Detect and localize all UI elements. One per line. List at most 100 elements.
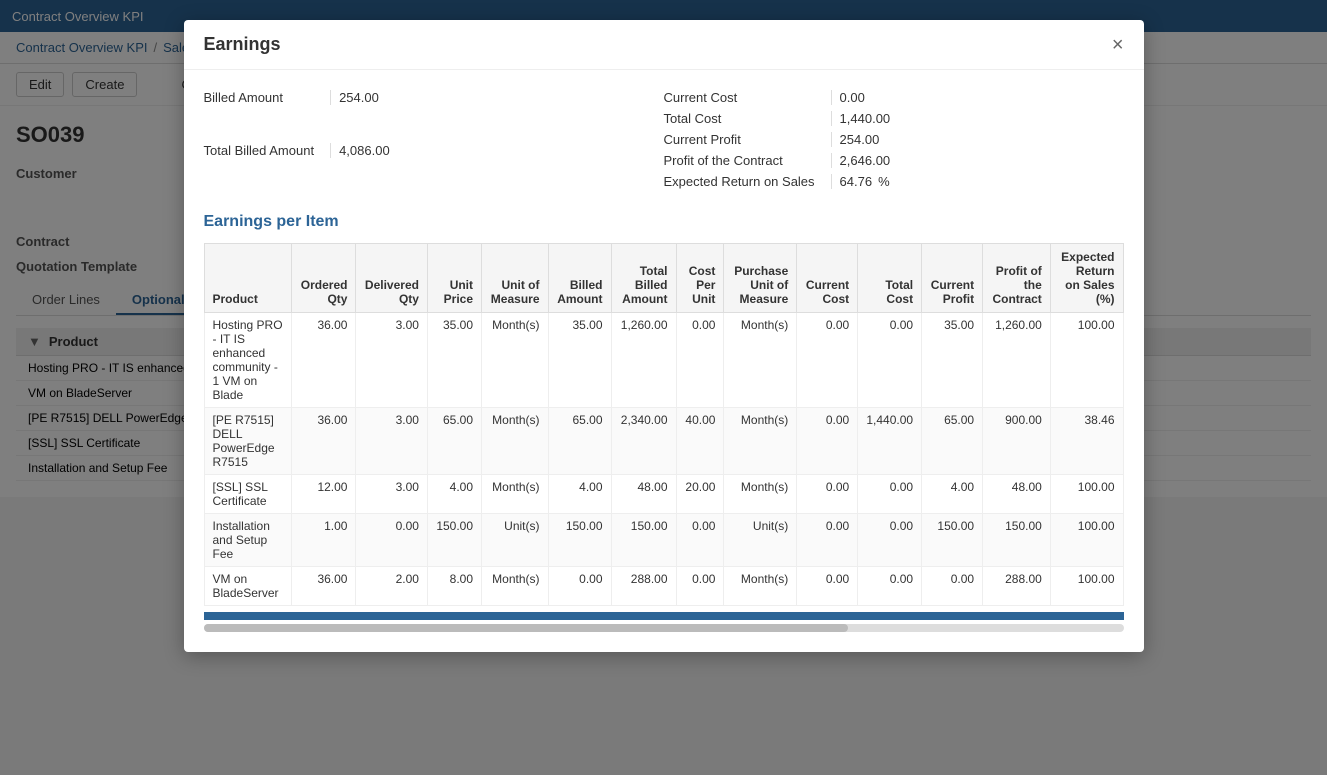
cell-cost_per_unit: 40.00 [676,408,724,475]
table-header-purchase_unit_of_measure: Purchase Unit of Measure [724,244,797,313]
cell-profit_contract: 288.00 [983,567,1051,606]
cell-unit_price: 150.00 [427,514,481,567]
cell-expected_return: 100.00 [1050,313,1123,408]
cell-cost_per_unit: 0.00 [676,514,724,567]
cell-current_cost: 0.00 [797,475,858,514]
cell-total_billed_amount: 150.00 [611,514,676,567]
earnings-modal: Earnings × Billed Amount 254.00 Total Bi… [184,20,1144,652]
cell-delivered_qty: 3.00 [356,408,427,475]
cell-expected_return: 100.00 [1050,567,1123,606]
cell-billed_amount: 0.00 [548,567,611,606]
cell-billed_amount: 150.00 [548,514,611,567]
current-profit-value: 254.00 [831,132,1124,147]
cell-current_profit: 65.00 [922,408,983,475]
profit-contract-label: Profit of the Contract [664,153,815,168]
billed-amount-label: Billed Amount [204,90,315,105]
cell-delivered_qty: 3.00 [356,313,427,408]
earnings-table-wrapper[interactable]: ProductOrdered QtyDelivered QtyUnit Pric… [204,243,1124,606]
cell-unit_of_measure: Month(s) [482,567,548,606]
table-header-cost_per_unit: Cost Per Unit [676,244,724,313]
table-header-profit_contract: Profit of the Contract [983,244,1051,313]
earnings-summary: Billed Amount 254.00 Total Billed Amount… [204,90,1124,189]
current-cost-label: Current Cost [664,90,815,105]
table-header-unit_of_measure: Unit of Measure [482,244,548,313]
cell-unit_price: 65.00 [427,408,481,475]
cell-current_profit: 4.00 [922,475,983,514]
cell-current_cost: 0.00 [797,313,858,408]
modal-body: Billed Amount 254.00 Total Billed Amount… [184,70,1144,652]
cell-unit_of_measure: Month(s) [482,475,548,514]
scrollbar-thumb[interactable] [204,624,848,632]
cell-expected_return: 38.46 [1050,408,1123,475]
cell-delivered_qty: 3.00 [356,475,427,514]
expected-return-label: Expected Return on Sales [664,174,815,189]
table-header-total_billed_amount: Total Billed Amount [611,244,676,313]
cell-current_cost: 0.00 [797,514,858,567]
cell-current_profit: 35.00 [922,313,983,408]
cell-unit_of_measure: Month(s) [482,313,548,408]
cell-product: [SSL] SSL Certificate [204,475,292,514]
modal-title: Earnings [204,34,281,55]
cell-purchase_unit_of_measure: Unit(s) [724,514,797,567]
summary-left: Billed Amount 254.00 Total Billed Amount… [204,90,664,189]
table-row: [PE R7515] DELL PowerEdge R751536.003.00… [204,408,1123,475]
total-cost-value: 1,440.00 [831,111,1124,126]
cell-unit_of_measure: Month(s) [482,408,548,475]
modal-overlay[interactable]: Earnings × Billed Amount 254.00 Total Bi… [0,0,1327,775]
cell-total_billed_amount: 1,260.00 [611,313,676,408]
cell-cost_per_unit: 0.00 [676,567,724,606]
cell-expected_return: 100.00 [1050,475,1123,514]
earnings-table-body: Hosting PRO - IT IS enhanced community -… [204,313,1123,606]
table-header-product: Product [204,244,292,313]
total-billed-amount-value: 4,086.00 [330,143,663,158]
cell-billed_amount: 35.00 [548,313,611,408]
cell-unit_price: 4.00 [427,475,481,514]
cell-delivered_qty: 0.00 [356,514,427,567]
table-header-unit_price: Unit Price [427,244,481,313]
expected-return-unit: % [878,174,890,189]
table-header-current_cost: Current Cost [797,244,858,313]
cell-product: Installation and Setup Fee [204,514,292,567]
total-billed-amount-label: Total Billed Amount [204,143,315,158]
table-row: Hosting PRO - IT IS enhanced community -… [204,313,1123,408]
table-header-billed_amount: Billed Amount [548,244,611,313]
cell-ordered_qty: 36.00 [292,313,356,408]
table-row: Installation and Setup Fee1.000.00150.00… [204,514,1123,567]
cell-delivered_qty: 2.00 [356,567,427,606]
cell-unit_price: 35.00 [427,313,481,408]
table-row: [SSL] SSL Certificate12.003.004.00Month(… [204,475,1123,514]
cell-purchase_unit_of_measure: Month(s) [724,567,797,606]
cell-total_billed_amount: 2,340.00 [611,408,676,475]
cell-profit_contract: 48.00 [983,475,1051,514]
cell-current_cost: 0.00 [797,408,858,475]
earnings-section-title: Earnings per Item [204,213,1124,231]
expected-return-value: 64.76 % [831,174,1124,189]
cell-ordered_qty: 1.00 [292,514,356,567]
cell-total_billed_amount: 288.00 [611,567,676,606]
billed-amount-value: 254.00 [330,90,663,105]
profit-contract-value: 2,646.00 [831,153,1124,168]
cell-billed_amount: 65.00 [548,408,611,475]
close-button[interactable]: × [1112,35,1124,55]
table-header-expected_return: Expected Return on Sales (%) [1050,244,1123,313]
table-row: VM on BladeServer36.002.008.00Month(s)0.… [204,567,1123,606]
cell-expected_return: 100.00 [1050,514,1123,567]
table-header-total_cost: Total Cost [858,244,922,313]
current-cost-value: 0.00 [831,90,1124,105]
current-profit-label: Current Profit [664,132,815,147]
cell-unit_price: 8.00 [427,567,481,606]
scrollbar-container [204,612,1124,632]
cell-total_billed_amount: 48.00 [611,475,676,514]
scrollbar-track[interactable] [204,624,1124,632]
summary-right: Current Cost 0.00 Total Cost 1,440.00 Cu… [664,90,1124,189]
earnings-table-header-row: ProductOrdered QtyDelivered QtyUnit Pric… [204,244,1123,313]
cell-total_cost: 1,440.00 [858,408,922,475]
cell-product: VM on BladeServer [204,567,292,606]
cell-total_cost: 0.00 [858,567,922,606]
cell-ordered_qty: 36.00 [292,408,356,475]
cell-total_cost: 0.00 [858,475,922,514]
expected-return-number: 64.76 [840,174,873,189]
cell-ordered_qty: 36.00 [292,567,356,606]
modal-header: Earnings × [184,20,1144,70]
cell-purchase_unit_of_measure: Month(s) [724,475,797,514]
